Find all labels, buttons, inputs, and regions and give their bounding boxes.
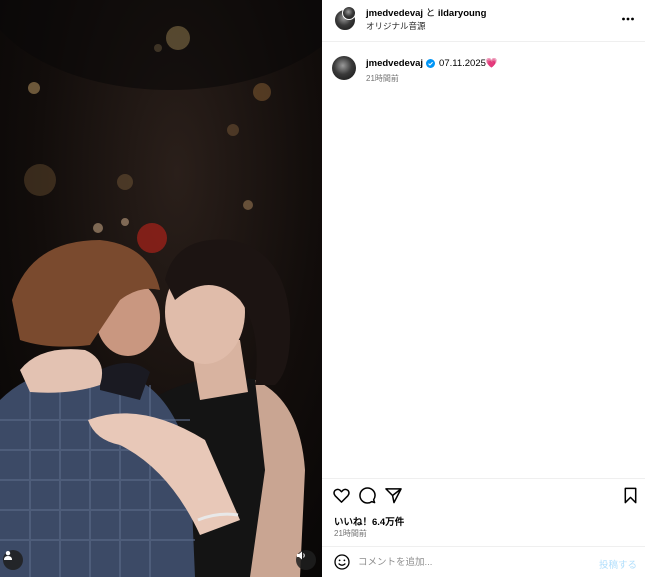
header-connector: と — [425, 8, 436, 19]
more-icon[interactable] — [621, 12, 635, 26]
caption-time: 21時間前 — [366, 74, 399, 83]
likes-count[interactable]: いいね！6.4万件 — [334, 514, 404, 528]
user-tag-button[interactable] — [3, 550, 23, 570]
header-usernames: jmedvedevaj と ildaryoung — [366, 7, 486, 20]
sound-icon — [297, 551, 305, 560]
verified-icon — [426, 59, 436, 68]
caption-line: jmedvedevaj 07.11.2025 💗 — [366, 58, 498, 69]
action-bar: いいね！6.4万件 21時間前 — [322, 478, 645, 546]
header-text: jmedvedevaj と ildaryoung オリジナル音源 — [366, 7, 486, 32]
comment-input[interactable] — [358, 553, 588, 571]
bookmark-icon[interactable] — [622, 487, 639, 504]
comment-icon[interactable] — [359, 487, 376, 504]
post-details-panel: jmedvedevaj と ildaryoung オリジナル音源 jmedved… — [322, 0, 645, 577]
post-time[interactable]: 21時間前 — [334, 528, 367, 539]
share-icon[interactable] — [385, 487, 402, 504]
sound-toggle-button[interactable] — [296, 550, 316, 570]
comment-bar: 投稿する — [322, 546, 645, 577]
caption-avatar[interactable] — [332, 56, 356, 80]
post-comment-button[interactable]: 投稿する — [599, 557, 637, 571]
audio-link[interactable]: オリジナル音源 — [366, 20, 486, 32]
post-photo — [0, 0, 322, 577]
caption-heart-emoji: 💗 — [485, 58, 498, 69]
post-media[interactable] — [0, 0, 322, 577]
caption-text: 07.11.2025 — [439, 58, 486, 69]
caption-username[interactable]: jmedvedevaj — [366, 58, 423, 69]
user-tag-icon — [4, 551, 12, 560]
emoji-icon[interactable] — [334, 554, 350, 570]
avatar-author[interactable] — [342, 6, 356, 20]
header-username-1[interactable]: jmedvedevaj — [366, 8, 423, 19]
header-username-2[interactable]: ildaryoung — [438, 8, 487, 19]
post-header: jmedvedevaj と ildaryoung オリジナル音源 — [322, 0, 645, 42]
heart-icon[interactable] — [333, 487, 350, 504]
